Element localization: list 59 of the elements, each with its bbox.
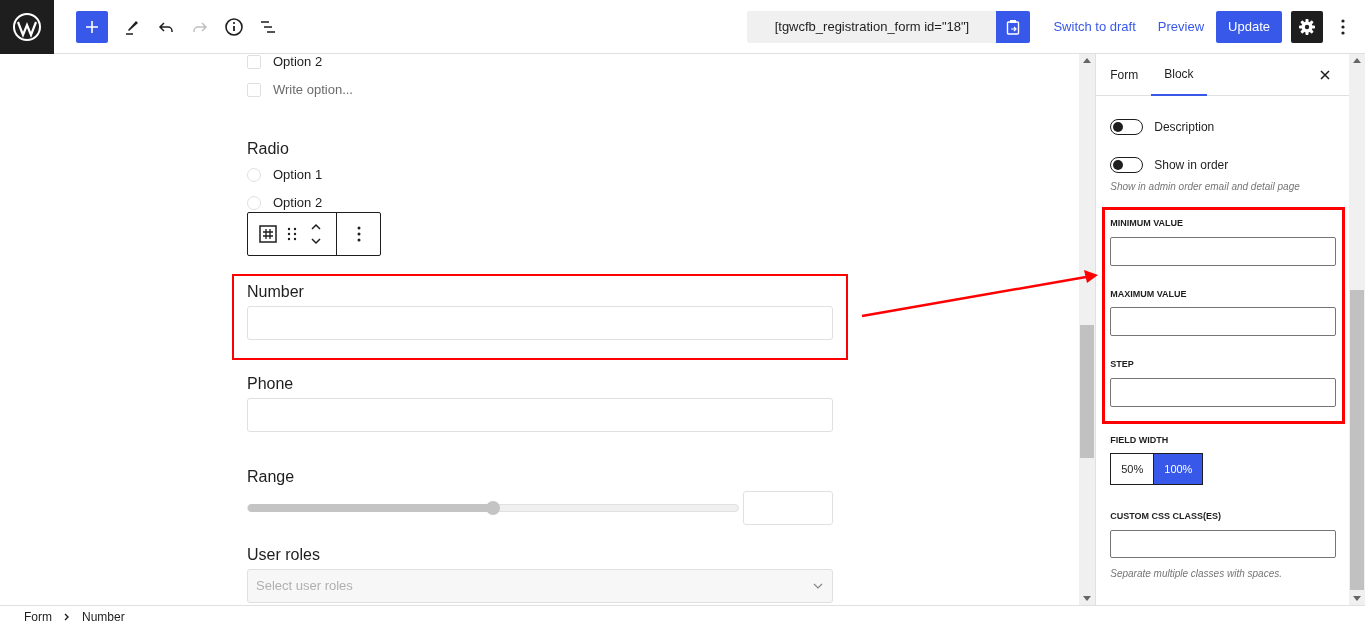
scroll-down-icon[interactable] [1353,596,1361,601]
setting-label: FIELD WIDTH [1110,433,1170,447]
settings-button[interactable] [1291,10,1323,43]
breadcrumb-item[interactable]: Form [24,607,52,626]
number-input[interactable] [1110,236,1336,266]
setting-label: MINIMUM VALUE [1110,217,1185,230]
width-option[interactable]: 50% [1110,453,1155,485]
settings-icon [1298,17,1316,36]
plus-icon [84,18,100,35]
add-block-button[interactable] [76,10,108,43]
toggle-label: Show in order [1154,157,1229,174]
option-label: Option 2 [273,54,323,72]
clipboard-icon [1006,18,1021,35]
toggle-switch[interactable] [1110,157,1144,173]
css-class-input[interactable] [1110,529,1336,558]
range-value-input[interactable] [743,491,833,525]
field-label: Phone [247,374,295,394]
toggle-switch[interactable] [1110,119,1144,135]
scrollbar-thumb[interactable] [1350,290,1364,590]
hash-icon [258,224,278,244]
scroll-down-icon[interactable] [1083,596,1092,601]
option-label: Option 1 [273,166,323,185]
scrollbar[interactable] [1079,54,1096,605]
setting-label: CUSTOM CSS CLASS(ES) [1110,510,1223,523]
help-text: Show in admin order email and detail page [1110,180,1301,194]
field-label: User roles [247,545,321,565]
setting-label: STEP [1110,358,1135,371]
update-button[interactable]: Update [1216,10,1282,43]
scroll-up-icon[interactable] [1083,58,1092,63]
sidebar-tab[interactable]: Block [1151,53,1207,96]
field-label: Range [247,467,296,487]
breadcrumb-item[interactable]: Number [82,607,125,626]
width-option[interactable]: 100% [1153,453,1204,485]
header-link[interactable]: Switch to draft [1053,16,1136,37]
text-input[interactable] [247,398,833,432]
chevron-right-icon [64,612,70,621]
wordpress-logo[interactable] [0,0,54,54]
copy-shortcode-button[interactable] [996,10,1031,43]
scrollbar-thumb[interactable] [1080,325,1095,458]
field-label: Radio [247,139,290,159]
number-input[interactable] [1110,307,1336,336]
radio-button[interactable] [247,168,261,182]
field-label: Number [247,282,305,302]
scroll-up-icon[interactable] [1353,58,1361,63]
new-option-field[interactable]: Write option... [273,80,353,100]
text-input[interactable] [247,306,833,340]
header-link[interactable]: Preview [1157,16,1205,37]
option-label: Option 2 [273,194,323,213]
scrollbar[interactable] [1349,54,1365,605]
help-text: Separate multiple classes with spaces. [1110,566,1283,581]
toggle-label: Description [1154,119,1215,136]
number-input[interactable] [1110,377,1336,407]
setting-label: MAXIMUM VALUE [1110,287,1188,301]
range-slider[interactable] [247,504,739,512]
checkbox[interactable] [247,55,261,69]
sidebar-tab[interactable]: Form [1097,53,1152,96]
radio-button[interactable] [247,196,261,210]
shortcode-field: [tgwcfb_registration_form id="18"] [747,10,997,43]
checkbox[interactable] [247,83,261,97]
